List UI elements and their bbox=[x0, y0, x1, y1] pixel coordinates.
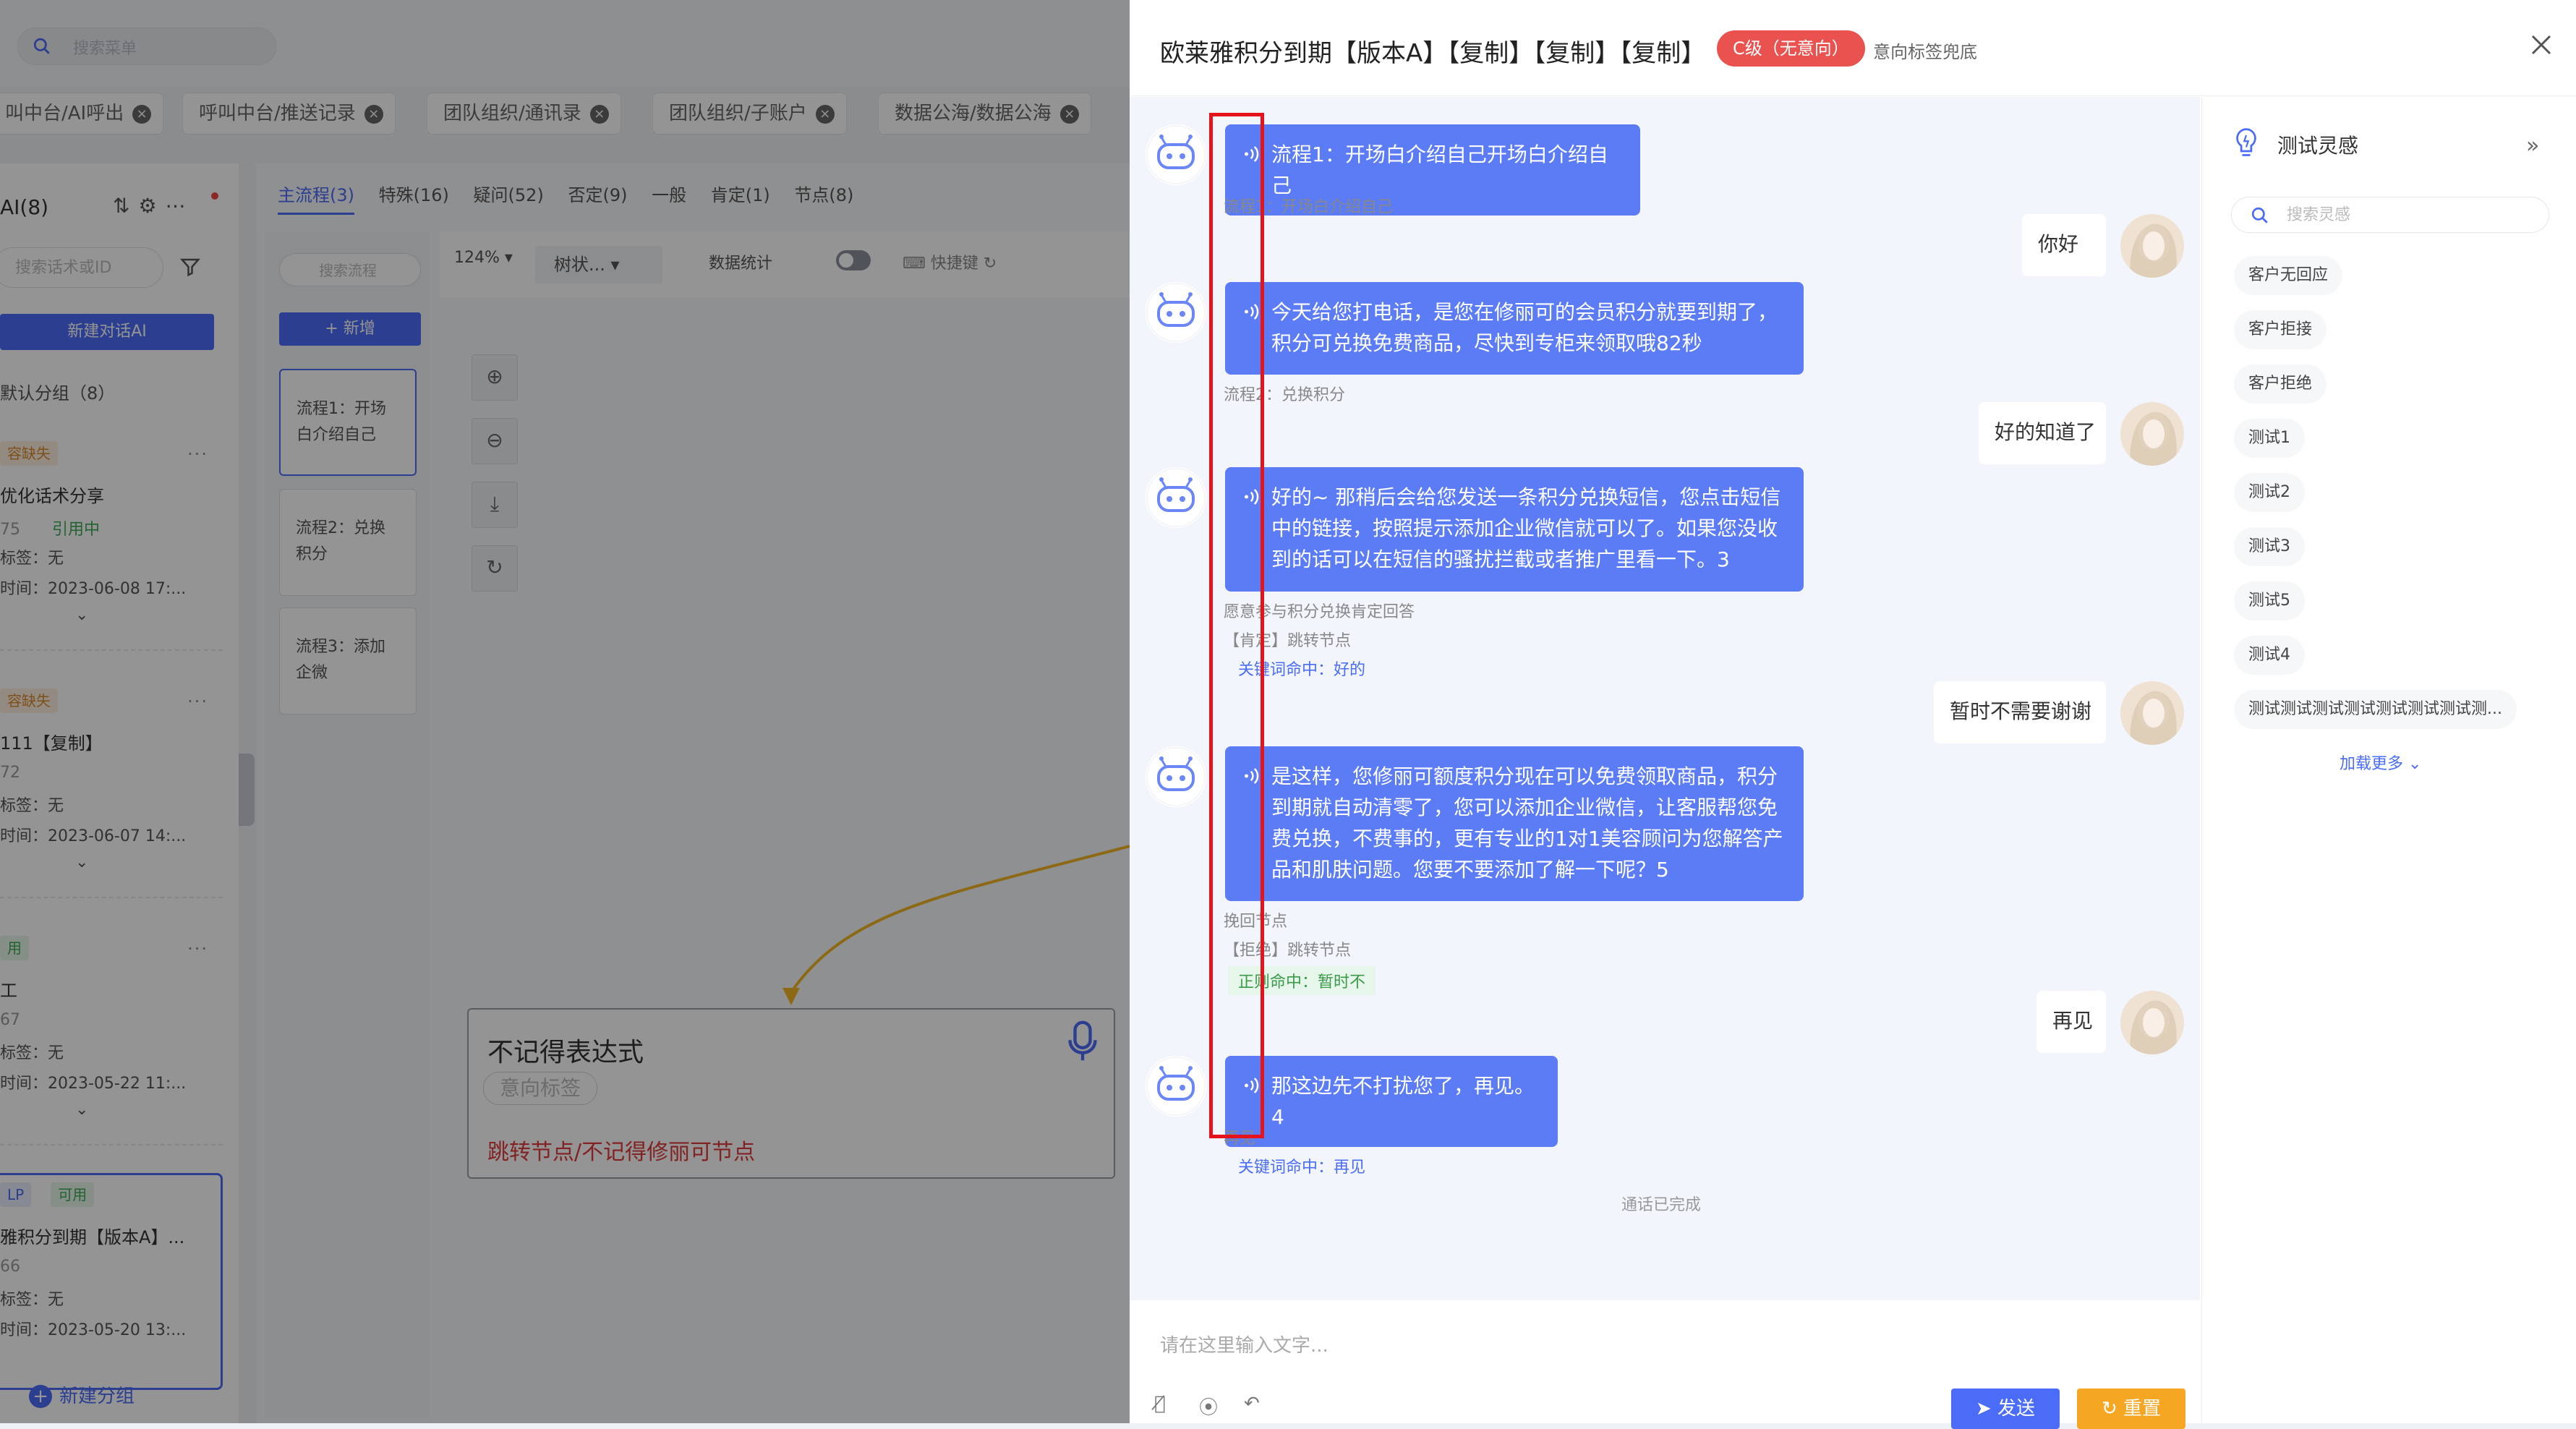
robot-avatar-icon bbox=[1146, 1056, 1206, 1117]
search-icon bbox=[2251, 207, 2268, 223]
search-placeholder: 搜索灵感 bbox=[2287, 206, 2351, 224]
inspiration-item[interactable]: 测试测试测试测试测试测试测试测... bbox=[2234, 690, 2517, 729]
inspiration-search-input[interactable]: 搜索灵感 bbox=[2231, 197, 2549, 233]
user-message-bubble: 暂时不需要谢谢 bbox=[1934, 681, 2106, 743]
inspiration-item[interactable]: 测试1 bbox=[2234, 419, 2305, 458]
robot-avatar-icon bbox=[1146, 124, 1206, 185]
inspiration-item[interactable]: 客户无回应 bbox=[2234, 256, 2343, 295]
bot-message-text: 是这样，您修丽可额度积分现在可以免费领取商品，积分到期就自动清零了，您可以添加企… bbox=[1271, 764, 1783, 882]
drawer-header: 欧莱雅积分到期【版本A】【复制】【复制】【复制】 C级（无意向） 意向标签兜底 bbox=[1130, 0, 2576, 96]
modal-overlay[interactable] bbox=[0, 0, 1130, 1423]
bot-message-text: 那这边先不打扰您了，再见。4 bbox=[1271, 1074, 1535, 1129]
load-more-button[interactable]: 加载更多 ⌄ bbox=[2340, 751, 2421, 774]
inspiration-item[interactable]: 测试5 bbox=[2234, 581, 2305, 620]
message-input-area: 请在这里输入文字... 🎙̸ ⦿ ↶ ➤ 发送 ↻ 重置 bbox=[1130, 1302, 2200, 1429]
inspiration-item[interactable]: 客户拒绝 bbox=[2234, 364, 2327, 404]
collapse-panel-icon[interactable]: » bbox=[2526, 133, 2539, 158]
close-icon[interactable] bbox=[2528, 32, 2554, 58]
user-avatar bbox=[2120, 402, 2184, 466]
undo-icon[interactable]: ↶ bbox=[1244, 1393, 1260, 1415]
robot-avatar-icon bbox=[1146, 467, 1206, 528]
inspiration-item[interactable]: 测试4 bbox=[2234, 636, 2305, 675]
robot-avatar-icon bbox=[1146, 282, 1206, 343]
signal-icon[interactable]: ⦿ bbox=[1199, 1393, 1218, 1420]
user-message-bubble: 再见 bbox=[2037, 991, 2106, 1053]
robot-avatar-icon bbox=[1146, 746, 1206, 807]
message-input[interactable]: 请在这里输入文字... bbox=[1160, 1331, 1328, 1357]
bot-message-bubble: 是这样，您修丽可额度积分现在可以免费领取商品，积分到期就自动清零了，您可以添加企… bbox=[1225, 746, 1804, 901]
drawer-title: 欧莱雅积分到期【版本A】【复制】【复制】【复制】 bbox=[1160, 39, 1706, 68]
user-avatar bbox=[2120, 681, 2184, 745]
bot-message-bubble: 那这边先不打扰您了，再见。4 bbox=[1225, 1056, 1558, 1147]
inspiration-item[interactable]: 测试2 bbox=[2234, 473, 2305, 512]
user-message-bubble: 你好 bbox=[2022, 214, 2106, 276]
user-avatar bbox=[2120, 991, 2184, 1054]
intent-note: 意向标签兜底 bbox=[1873, 42, 1977, 62]
bot-message-text: 流程1：开场白介绍自己开场白介绍自己 bbox=[1271, 142, 1608, 197]
bot-message-bubble: 好的~ 那稍后会给您发送一条积分兑换短信，您点击短信中的链接，按照提示添加企业微… bbox=[1225, 467, 1804, 592]
inspiration-panel: 测试灵感 » 搜索灵感 客户无回应客户拒接客户拒绝测试1 测试2 测试3 测试5 测试4… bbox=[2201, 97, 2576, 1423]
lightbulb-icon bbox=[2236, 128, 2256, 156]
call-status: 通话已完成 bbox=[1621, 1196, 1702, 1214]
inspiration-item[interactable]: 测试3 bbox=[2234, 527, 2305, 566]
inspiration-title: 测试灵感 bbox=[2277, 134, 2359, 158]
mute-mic-icon[interactable]: 🎙̸ bbox=[1154, 1393, 1166, 1415]
intent-level-badge: C级（无意向） bbox=[1717, 30, 1865, 67]
user-avatar bbox=[2120, 214, 2184, 278]
chat-area: 流程1：开场白介绍自己开场白介绍自己 流程1：开场白介绍自己 你好 今天给您打电话，是… bbox=[1130, 97, 2200, 1300]
bot-message-text: 今天给您打电话，是您在修丽可的会员积分就要到期了，积分可兑换免费商品，尽快到专柜… bbox=[1271, 300, 1778, 355]
bot-message-text: 好的~ 那稍后会给您发送一条积分兑换短信，您点击短信中的链接，按照提示添加企业微… bbox=[1271, 485, 1781, 571]
user-message-bubble: 好的知道了 bbox=[1979, 402, 2106, 464]
highlight-annotation-box bbox=[1209, 113, 1264, 1138]
test-dialog-drawer: 欧莱雅积分到期【版本A】【复制】【复制】【复制】 C级（无意向） 意向标签兜底 … bbox=[1130, 0, 2576, 1429]
bot-message-bubble: 今天给您打电话，是您在修丽可的会员积分就要到期了，积分可兑换免费商品，尽快到专柜… bbox=[1225, 282, 1804, 375]
inspiration-item[interactable]: 客户拒接 bbox=[2234, 310, 2327, 349]
message-meta: 关键词命中：再见 bbox=[1238, 1159, 1366, 1177]
